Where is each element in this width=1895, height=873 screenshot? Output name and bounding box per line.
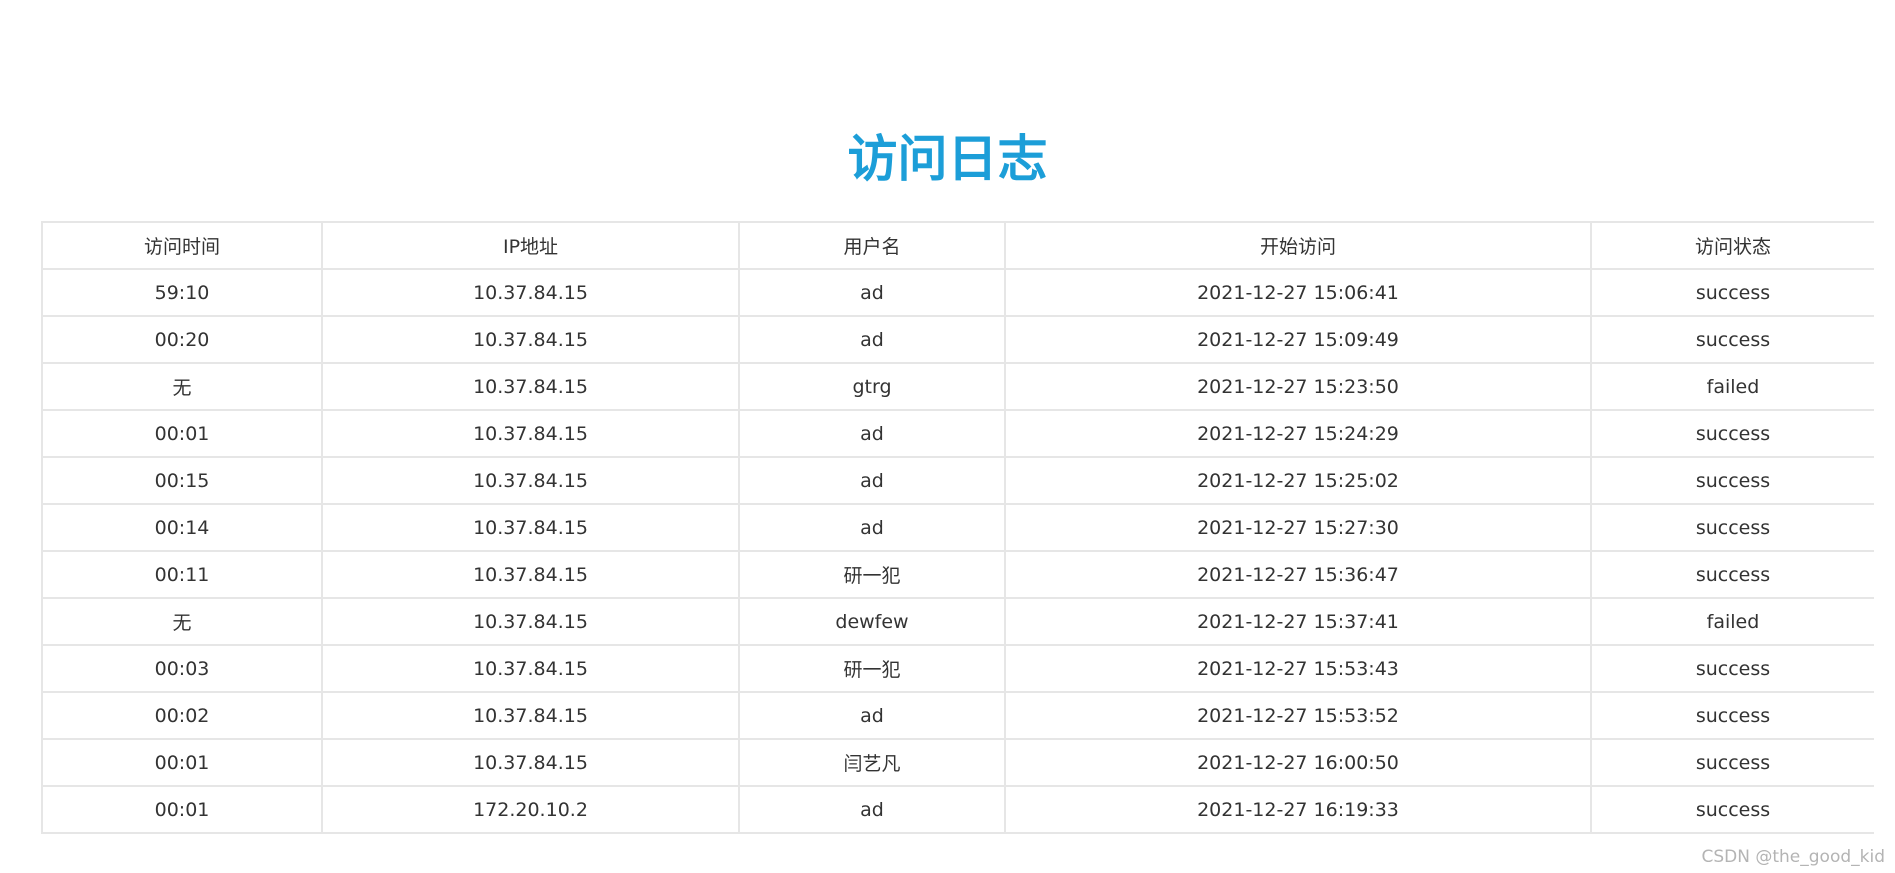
- cell-start-access: 2021-12-27 15:53:52: [1004, 691, 1592, 740]
- cell-username: 研一犯: [738, 644, 1006, 693]
- column-header-access-time: 访问时间: [41, 221, 323, 270]
- cell-access-status: success: [1590, 409, 1874, 458]
- table-row: 00:01 10.37.84.15 闫艺凡 2021-12-27 16:00:50 su…: [41, 738, 1874, 787]
- cell-start-access: 2021-12-27 15:06:41: [1004, 268, 1592, 317]
- cell-ip-address: 10.37.84.15: [321, 456, 740, 505]
- column-header-access-status: 访问状态: [1590, 221, 1874, 270]
- cell-access-time: 00:01: [41, 785, 323, 834]
- cell-access-status: failed: [1590, 597, 1874, 646]
- table-row: 00:02 10.37.84.15 ad 2021-12-27 15:53:52 suc…: [41, 691, 1874, 740]
- cell-access-status: success: [1590, 785, 1874, 834]
- cell-ip-address: 172.20.10.2: [321, 785, 740, 834]
- cell-access-time: 无: [41, 362, 323, 411]
- cell-start-access: 2021-12-27 15:09:49: [1004, 315, 1592, 364]
- cell-username: ad: [738, 691, 1006, 740]
- cell-access-status: success: [1590, 268, 1874, 317]
- cell-access-status: failed: [1590, 362, 1874, 411]
- table-row: 00:01 172.20.10.2 ad 2021-12-27 16:19:33 suc…: [41, 785, 1874, 834]
- cell-access-status: success: [1590, 644, 1874, 693]
- cell-ip-address: 10.37.84.15: [321, 597, 740, 646]
- cell-access-time: 00:01: [41, 409, 323, 458]
- access-log-table-container: 访问时间 IP地址 用户名 开始访问 访问状态 59:10 10.37.84.15…: [41, 221, 1874, 873]
- cell-access-status: success: [1590, 315, 1874, 364]
- cell-ip-address: 10.37.84.15: [321, 550, 740, 599]
- table-row: 00:14 10.37.84.15 ad 2021-12-27 15:27:30 suc…: [41, 503, 1874, 552]
- table-row: 00:11 10.37.84.15 研一犯 2021-12-27 15:36:47 su…: [41, 550, 1874, 599]
- cell-access-status: success: [1590, 456, 1874, 505]
- cell-access-status: success: [1590, 550, 1874, 599]
- cell-ip-address: 10.37.84.15: [321, 409, 740, 458]
- cell-access-status: success: [1590, 503, 1874, 552]
- cell-username: 研一犯: [738, 550, 1006, 599]
- page-title: 访问日志: [847, 130, 1048, 188]
- cell-access-time: 00:03: [41, 644, 323, 693]
- cell-username: 闫艺凡: [738, 738, 1006, 787]
- cell-username: ad: [738, 268, 1006, 317]
- cell-start-access: 2021-12-27 15:36:47: [1004, 550, 1592, 599]
- table-row: 00:20 10.37.84.15 ad 2021-12-27 15:09:49 suc…: [41, 315, 1874, 364]
- table-row: 59:10 10.37.84.15 ad 2021-12-27 15:06:41 suc…: [41, 268, 1874, 317]
- table-body: 59:10 10.37.84.15 ad 2021-12-27 15:06:41 suc…: [41, 268, 1874, 834]
- table-row: 00:03 10.37.84.15 研一犯 2021-12-27 15:53:43 su…: [41, 644, 1874, 693]
- cell-username: ad: [738, 503, 1006, 552]
- cell-start-access: 2021-12-27 16:00:50: [1004, 738, 1592, 787]
- cell-username: ad: [738, 785, 1006, 834]
- cell-access-time: 无: [41, 597, 323, 646]
- cell-access-status: success: [1590, 691, 1874, 740]
- cell-ip-address: 10.37.84.15: [321, 503, 740, 552]
- cell-username: dewfew: [738, 597, 1006, 646]
- cell-access-time: 00:11: [41, 550, 323, 599]
- cell-access-time: 00:01: [41, 738, 323, 787]
- cell-ip-address: 10.37.84.15: [321, 315, 740, 364]
- cell-start-access: 2021-12-27 15:24:29: [1004, 409, 1592, 458]
- cell-start-access: 2021-12-27 15:27:30: [1004, 503, 1592, 552]
- access-log-table: 访问时间 IP地址 用户名 开始访问 访问状态 59:10 10.37.84.15…: [41, 221, 1874, 834]
- cell-username: ad: [738, 456, 1006, 505]
- cell-access-time: 59:10: [41, 268, 323, 317]
- cell-username: ad: [738, 409, 1006, 458]
- cell-ip-address: 10.37.84.15: [321, 268, 740, 317]
- cell-start-access: 2021-12-27 15:23:50: [1004, 362, 1592, 411]
- column-header-ip-address: IP地址: [321, 221, 740, 270]
- cell-access-time: 00:02: [41, 691, 323, 740]
- cell-access-time: 00:20: [41, 315, 323, 364]
- cell-access-time: 00:15: [41, 456, 323, 505]
- cell-username: gtrg: [738, 362, 1006, 411]
- column-header-start-access: 开始访问: [1004, 221, 1592, 270]
- cell-ip-address: 10.37.84.15: [321, 738, 740, 787]
- cell-start-access: 2021-12-27 15:37:41: [1004, 597, 1592, 646]
- cell-ip-address: 10.37.84.15: [321, 691, 740, 740]
- cell-ip-address: 10.37.84.15: [321, 644, 740, 693]
- column-header-username: 用户名: [738, 221, 1006, 270]
- cell-username: ad: [738, 315, 1006, 364]
- table-header-row: 访问时间 IP地址 用户名 开始访问 访问状态: [41, 221, 1874, 270]
- cell-ip-address: 10.37.84.15: [321, 362, 740, 411]
- cell-start-access: 2021-12-27 16:19:33: [1004, 785, 1592, 834]
- table-row: 00:15 10.37.84.15 ad 2021-12-27 15:25:02 suc…: [41, 456, 1874, 505]
- table-row: 无 10.37.84.15 gtrg 2021-12-27 15:23:50 faile…: [41, 362, 1874, 411]
- table-row: 无 10.37.84.15 dewfew 2021-12-27 15:37:41 fai…: [41, 597, 1874, 646]
- cell-start-access: 2021-12-27 15:25:02: [1004, 456, 1592, 505]
- cell-access-status: success: [1590, 738, 1874, 787]
- cell-start-access: 2021-12-27 15:53:43: [1004, 644, 1592, 693]
- cell-access-time: 00:14: [41, 503, 323, 552]
- table-row: 00:01 10.37.84.15 ad 2021-12-27 15:24:29 suc…: [41, 409, 1874, 458]
